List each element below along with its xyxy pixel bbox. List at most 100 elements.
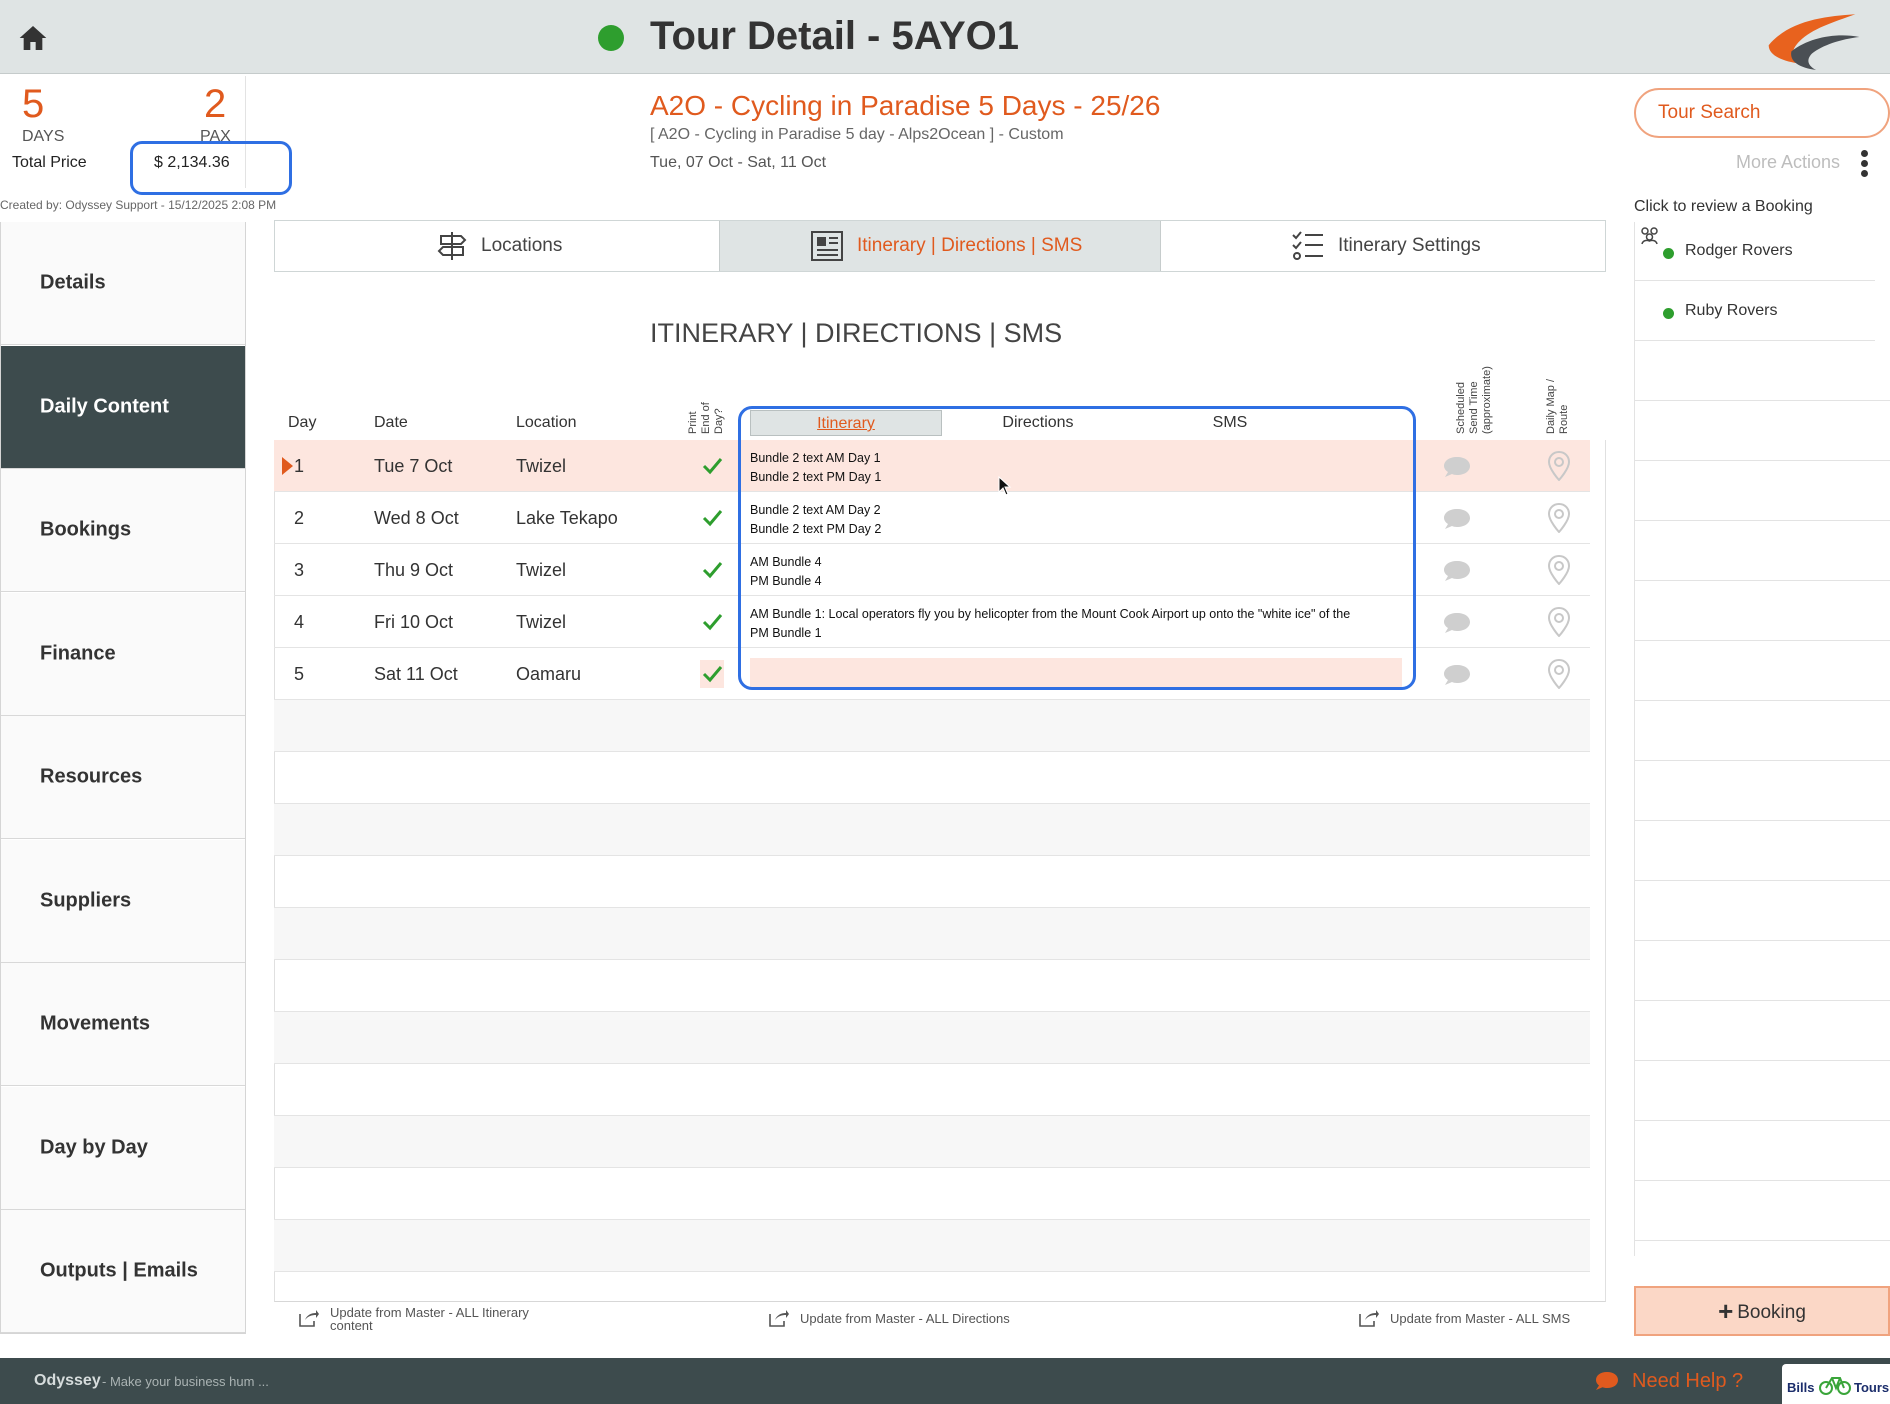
column-header-scheduled-2: Send Time <box>1468 381 1480 434</box>
nav-item-daily-content[interactable]: Daily Content <box>1 346 245 469</box>
update-itinerary-label: Update from Master - ALL Itinerary conte… <box>330 1305 529 1333</box>
odyssey-brand: Odyssey <box>34 1372 101 1389</box>
bicycle-icon <box>1819 1377 1851 1395</box>
nav-label: Finance <box>40 642 116 665</box>
speech-bubble-icon[interactable] <box>1442 506 1472 532</box>
column-header-map-1: Daily Map / <box>1545 378 1557 434</box>
booking-item[interactable]: Ruby Rovers <box>1635 282 1875 341</box>
date-cell: Fri 10 Oct <box>374 612 454 632</box>
column-header-scheduled-3: (approximate) <box>1481 366 1493 434</box>
column-header-print-3: Day? <box>713 408 725 434</box>
nav-label: Suppliers <box>40 889 132 912</box>
speech-bubble-icon[interactable] <box>1442 610 1472 636</box>
booking-row-empty <box>1635 702 1890 761</box>
add-booking-button[interactable]: + Booking <box>1634 1286 1890 1336</box>
column-header-print-1: Print <box>687 411 699 434</box>
map-pin-icon[interactable] <box>1548 451 1570 481</box>
tab-itinerary-settings[interactable]: Itinerary Settings <box>1161 221 1605 271</box>
section-heading: ITINERARY | DIRECTIONS | SMS <box>650 318 1063 348</box>
tab-locations[interactable]: Locations <box>275 221 719 271</box>
more-actions-link[interactable]: More Actions <box>1736 152 1840 173</box>
header-bar: Tour Detail - 5AYO1 <box>0 0 1890 74</box>
created-by: Created by: Odyssey Support - 15/12/2025… <box>0 198 277 212</box>
tab-itinerary-directions-sms[interactable]: Itinerary | Directions | SMS <box>719 221 1161 271</box>
map-pin-icon[interactable] <box>1548 659 1570 689</box>
nav-label: Movements <box>40 1012 151 1035</box>
nav-label: Resources <box>40 765 143 788</box>
mouse-cursor-icon <box>998 476 1012 496</box>
check-icon[interactable] <box>700 504 724 532</box>
chat-bubble-icon <box>1596 1372 1618 1390</box>
nav-label: Details <box>40 271 106 294</box>
booking-list: Rodger Rovers Ruby Rovers <box>1634 222 1890 1256</box>
location-cell: Lake Tekapo <box>516 508 618 528</box>
empty-table-row <box>274 960 1590 1012</box>
pax-count: 2 <box>204 82 227 126</box>
tour-subtitle: [ A2O - Cycling in Paradise 5 day - Alps… <box>650 126 1064 143</box>
empty-table-row <box>274 700 1590 752</box>
column-header-map-2: Route <box>1558 404 1570 434</box>
nav-item-suppliers[interactable]: Suppliers <box>1 840 245 963</box>
partner-badge-left: Bills <box>1787 1380 1815 1395</box>
speech-bubble-icon[interactable] <box>1442 558 1472 584</box>
booking-row-empty <box>1635 822 1890 881</box>
empty-table-row <box>274 908 1590 960</box>
empty-table-row <box>274 1220 1590 1272</box>
booking-status-dot <box>1663 248 1674 259</box>
booking-row-empty <box>1635 762 1890 821</box>
signpost-icon <box>437 232 467 260</box>
column-header-scheduled-1: Scheduled <box>1455 382 1467 434</box>
booking-row-empty <box>1635 582 1890 641</box>
map-pin-icon[interactable] <box>1548 607 1570 637</box>
review-booking-label: Click to review a Booking <box>1634 198 1813 215</box>
tab-label: Locations <box>481 235 563 256</box>
empty-table-row <box>274 1116 1590 1168</box>
map-pin-icon[interactable] <box>1548 555 1570 585</box>
partner-badge: Bills Tours <box>1782 1364 1890 1404</box>
side-navigation: Details Daily Content Bookings Finance R… <box>0 222 246 1334</box>
update-itinerary-link[interactable]: Update from Master - ALL Itinerary conte… <box>298 1304 558 1334</box>
location-cell: Oamaru <box>516 664 582 684</box>
update-sms-link[interactable]: Update from Master - ALL SMS <box>1358 1304 1608 1334</box>
check-icon[interactable] <box>700 660 724 688</box>
booking-row-empty <box>1635 942 1890 1001</box>
day-cell: 1 <box>294 456 305 476</box>
check-icon[interactable] <box>700 608 724 636</box>
tour-search-button[interactable]: Tour Search <box>1634 88 1890 138</box>
share-icon <box>299 1310 319 1327</box>
booking-row-empty <box>1635 1062 1890 1121</box>
need-help-label: Need Help ? <box>1632 1370 1744 1392</box>
booking-row-empty <box>1635 1002 1890 1061</box>
odyssey-tagline: - Make your business hum ... <box>102 1374 269 1389</box>
nav-item-bookings[interactable]: Bookings <box>1 469 245 592</box>
kebab-menu-icon[interactable] <box>1858 148 1870 180</box>
booking-row-empty <box>1635 1122 1890 1181</box>
booking-status-dot <box>1663 308 1674 319</box>
nav-item-outputs-emails[interactable]: Outputs | Emails <box>1 1210 245 1333</box>
check-icon[interactable] <box>700 556 724 584</box>
speech-bubble-icon[interactable] <box>1442 454 1472 480</box>
nav-item-finance[interactable]: Finance <box>1 593 245 716</box>
nav-item-resources[interactable]: Resources <box>1 716 245 839</box>
update-directions-link[interactable]: Update from Master - ALL Directions <box>768 1304 1028 1334</box>
tour-dates: Tue, 07 Oct - Sat, 11 Oct <box>650 154 827 171</box>
booking-item[interactable]: Rodger Rovers <box>1635 222 1875 281</box>
booking-row-empty <box>1635 462 1890 521</box>
empty-table-row <box>274 1012 1590 1064</box>
nav-item-details[interactable]: Details <box>1 222 245 345</box>
map-pin-icon[interactable] <box>1548 503 1570 533</box>
empty-table-row <box>274 1064 1590 1116</box>
nav-label: Day by Day <box>40 1136 148 1159</box>
day-cell: 3 <box>294 560 305 580</box>
speech-bubble-icon[interactable] <box>1442 662 1472 688</box>
total-price-label: Total Price <box>12 154 87 171</box>
home-icon[interactable] <box>16 22 50 54</box>
content-tabs: Locations Itinerary | Directions | SMS I… <box>274 220 1606 272</box>
nav-item-movements[interactable]: Movements <box>1 963 245 1086</box>
check-icon[interactable] <box>700 452 724 480</box>
brand-logo <box>1768 14 1860 70</box>
nav-item-day-by-day[interactable]: Day by Day <box>1 1087 245 1210</box>
empty-table-row <box>274 752 1590 804</box>
add-booking-label: Booking <box>1737 1302 1806 1323</box>
day-cell: 2 <box>294 508 305 528</box>
